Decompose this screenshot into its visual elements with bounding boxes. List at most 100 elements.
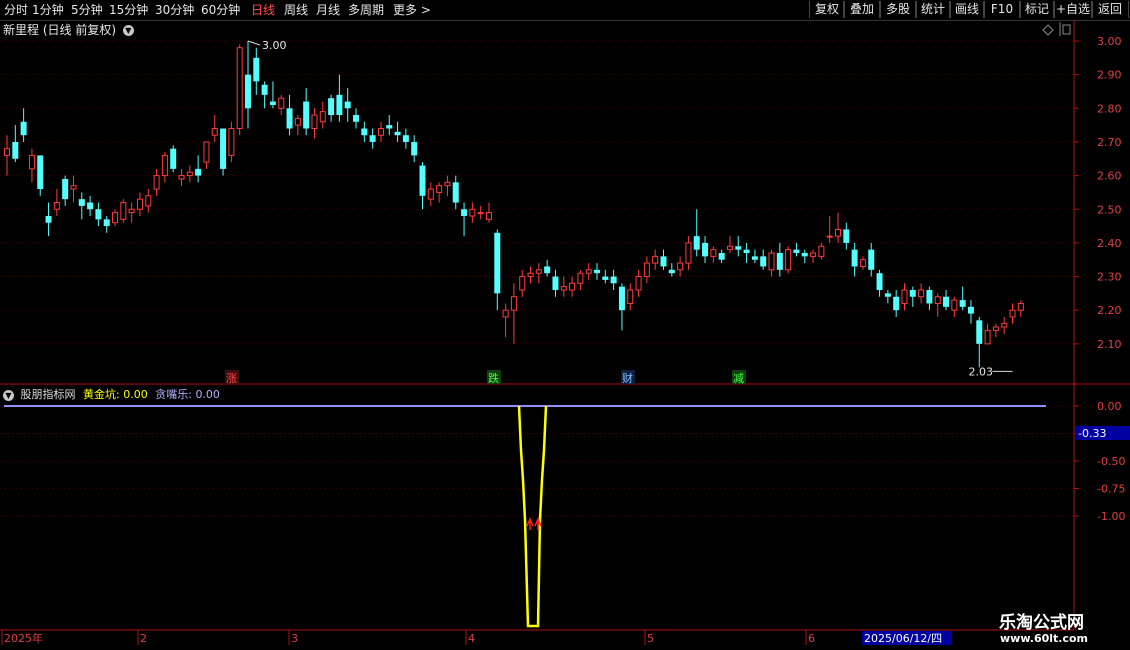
candle-body — [818, 245, 825, 257]
candle-body — [195, 168, 202, 176]
indicator-tick-label: -0.50 — [1097, 455, 1125, 468]
candle-body — [145, 195, 152, 207]
candle-body — [469, 208, 476, 217]
candle-body — [843, 229, 850, 243]
time-axis-label: 6 — [808, 632, 815, 645]
candle-body — [527, 272, 534, 278]
candle-body — [976, 320, 983, 344]
candle-body — [635, 276, 642, 291]
chart-mode-label: (日线 前复权) — [42, 23, 117, 37]
candle-body — [643, 262, 650, 278]
candle-body — [726, 245, 733, 251]
candle-body — [436, 185, 443, 193]
candle-body — [693, 236, 700, 250]
candle-body — [992, 326, 999, 331]
candle-body — [20, 121, 27, 136]
candle-body — [37, 155, 44, 190]
stock-name: 新里程 — [3, 23, 40, 37]
candle-body — [186, 171, 193, 177]
candle-body — [319, 111, 326, 123]
price-tick-label: 2.40 — [1097, 237, 1122, 250]
candle-body — [768, 252, 775, 271]
price-tick-label: 2.30 — [1097, 271, 1122, 284]
candle-body — [876, 273, 883, 291]
time-axis-label: 2025年 — [4, 631, 43, 645]
candle-body — [278, 97, 285, 109]
candle-body — [444, 181, 451, 187]
candle-body — [211, 127, 218, 136]
candle-body — [62, 178, 69, 200]
candle-body — [244, 74, 251, 109]
watermark-site: www.60lt.com — [1000, 632, 1089, 645]
candle-body — [810, 252, 817, 257]
candle-body — [377, 127, 384, 136]
indicator-tick-label: -0.75 — [1097, 483, 1125, 496]
candle-body — [103, 219, 110, 227]
candle-body — [1009, 309, 1016, 318]
event-marker-label: 跌 — [488, 371, 499, 385]
chevron-down-icon[interactable]: ▼ — [3, 389, 14, 401]
candle-body — [136, 198, 143, 210]
candle-body — [943, 296, 950, 307]
candle-body — [411, 141, 418, 156]
candle-body — [361, 128, 368, 136]
grid-lines — [0, 40, 1074, 517]
candle-body — [128, 208, 135, 214]
candle-body — [594, 269, 601, 274]
candle-body — [544, 266, 551, 274]
chevron-down-icon[interactable]: ▼ — [122, 25, 134, 36]
candle-body — [369, 135, 376, 142]
candle-body — [909, 290, 916, 297]
indicator-current-value: -0.33 — [1078, 427, 1106, 440]
indicator-item-tanzuile-label: 贪嘴乐: — [155, 388, 192, 401]
candle-body — [569, 282, 576, 291]
candle-body — [934, 296, 941, 304]
candle-body — [893, 296, 900, 311]
candle-body — [510, 296, 517, 311]
candle-body — [967, 306, 974, 314]
candle-body — [668, 269, 675, 274]
candle-body — [735, 246, 742, 250]
watermark-logo: 乐淘公式网 — [999, 613, 1084, 633]
candle-body — [461, 209, 468, 216]
candle-body — [452, 182, 459, 203]
candle-body — [45, 215, 52, 223]
candle-body — [868, 249, 875, 270]
low-price-label: 2.03 — [969, 365, 994, 378]
candle-body — [161, 154, 168, 177]
candle-body — [261, 84, 268, 95]
candle-body — [236, 47, 243, 129]
candle-body — [793, 249, 800, 253]
candle-body — [70, 185, 77, 190]
candle-body — [477, 212, 484, 215]
candle-body — [386, 125, 393, 129]
candle-body — [627, 289, 634, 304]
candle-body — [710, 249, 717, 257]
price-tick-label: 2.60 — [1097, 170, 1122, 183]
candle-body — [419, 165, 426, 196]
candle-body — [859, 259, 866, 267]
event-marker-label: 减 — [733, 372, 744, 385]
candle-body — [535, 269, 542, 274]
candle-body — [294, 117, 301, 126]
candle-body — [826, 235, 833, 238]
kline-chart-canvas[interactable]: 3.00 2.90 2.80 2.70 2.60 2.50 2.40 2.30 2.20 2.10… — [0, 0, 1130, 650]
time-axis-label: 5 — [647, 632, 654, 645]
candle-body — [203, 141, 210, 163]
candle-body — [660, 256, 667, 267]
candle-body — [494, 232, 501, 294]
indicator-item-tanzuile-value: 0.00 — [195, 388, 220, 401]
candle-body — [984, 329, 991, 345]
price-tick-label: 3.00 — [1097, 35, 1122, 48]
candle-body — [835, 228, 841, 237]
indicator-name: 股朋指标网 — [20, 388, 76, 401]
high-arrow — [247, 40, 261, 46]
event-marker-label: 涨 — [226, 372, 237, 385]
candle-body — [78, 199, 85, 206]
candle-body — [394, 131, 401, 136]
candle-body — [253, 57, 260, 82]
indicator-item-huangjinkeng-label: 黄金坑: — [83, 388, 120, 401]
candle-body — [303, 101, 310, 129]
candle-body — [901, 289, 908, 304]
candle-body — [228, 127, 235, 156]
